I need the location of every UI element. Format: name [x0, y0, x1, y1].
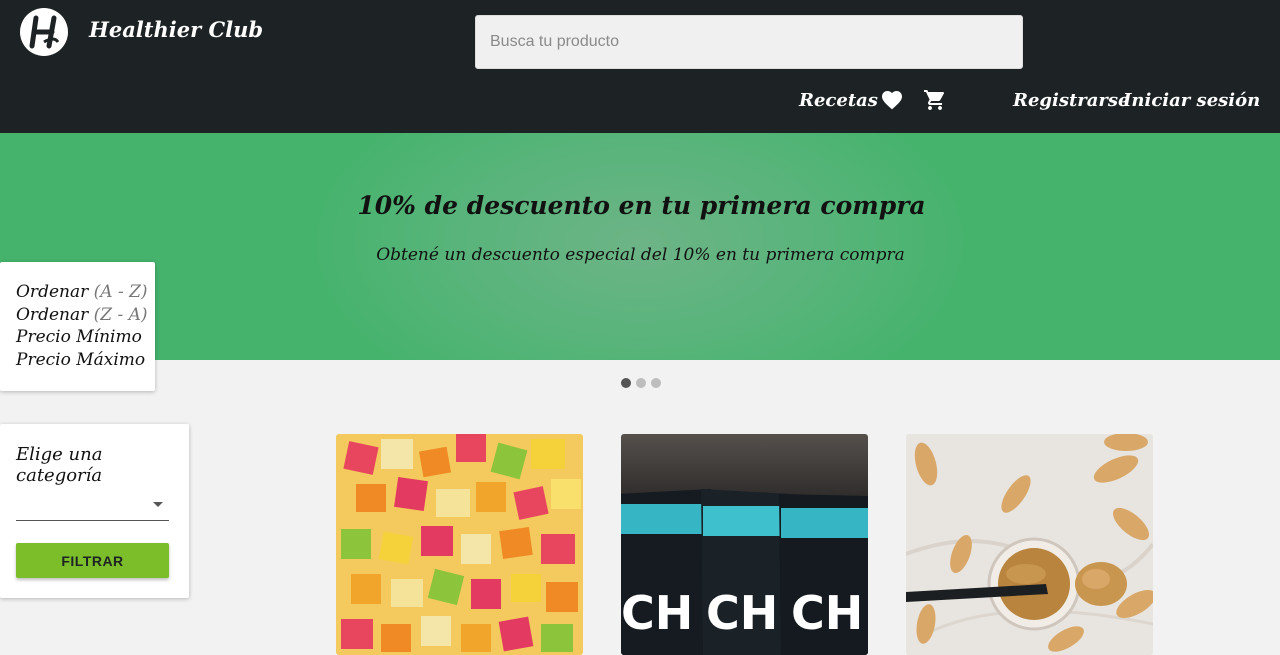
search-box[interactable]	[475, 15, 1023, 69]
product-image	[906, 434, 1153, 655]
register-link[interactable]: Registrarse	[1013, 90, 1130, 111]
promo-banner: 10% de descuento en tu primera compra Ob…	[0, 133, 1280, 360]
carousel-dot[interactable]	[651, 378, 661, 388]
filter-button[interactable]: FILTRAR	[16, 543, 169, 578]
product-image: CH CH CH	[621, 434, 868, 655]
product-image	[336, 434, 583, 655]
cart-icon[interactable]	[923, 88, 947, 112]
svg-text:CH: CH	[621, 586, 693, 640]
nav-recipes-link[interactable]: Recetas	[799, 90, 878, 111]
sort-options-card: Ordenar (A - Z) Ordenar (Z - A) Precio M…	[0, 262, 155, 391]
chevron-down-icon	[153, 502, 163, 507]
search-input[interactable]	[476, 16, 1022, 68]
heart-icon[interactable]	[880, 88, 904, 112]
logo[interactable]	[20, 8, 68, 56]
promo-subtitle: Obtené un descuento especial del 10% en …	[376, 245, 905, 265]
carousel-indicators	[621, 378, 661, 388]
sort-label: Precio Mínimo	[16, 327, 142, 347]
brand-name[interactable]: Healthier Club	[89, 17, 263, 42]
product-card-chewables[interactable]: CH CH CH	[621, 434, 868, 655]
carousel-dot[interactable]	[636, 378, 646, 388]
category-select[interactable]	[16, 484, 169, 521]
sort-z-a-option[interactable]: Ordenar (Z - A)	[16, 305, 148, 325]
svg-text:CH: CH	[706, 586, 778, 640]
sort-max-price-option[interactable]: Precio Máximo	[16, 350, 145, 370]
logo-icon	[29, 15, 60, 49]
product-card-peanut-butter[interactable]	[906, 434, 1153, 655]
category-title: Elige una categoría	[16, 444, 103, 486]
sort-min-price-option[interactable]: Precio Mínimo	[16, 327, 142, 347]
sort-hint: (Z - A)	[93, 305, 148, 325]
carousel-dot[interactable]	[621, 378, 631, 388]
sort-label: Ordenar	[16, 282, 89, 302]
sort-hint: (A - Z)	[93, 282, 148, 302]
top-bar: Healthier Club Recetas Registrarse Inici…	[0, 0, 1280, 133]
sort-a-z-option[interactable]: Ordenar (A - Z)	[16, 282, 148, 302]
sort-label: Ordenar	[16, 305, 89, 325]
login-link[interactable]: Iniciar sesión	[1123, 90, 1260, 111]
svg-text:CH: CH	[791, 586, 863, 640]
product-card-candied-fruit[interactable]	[336, 434, 583, 655]
promo-title: 10% de descuento en tu primera compra	[357, 191, 926, 220]
sort-label: Precio Máximo	[16, 350, 146, 370]
